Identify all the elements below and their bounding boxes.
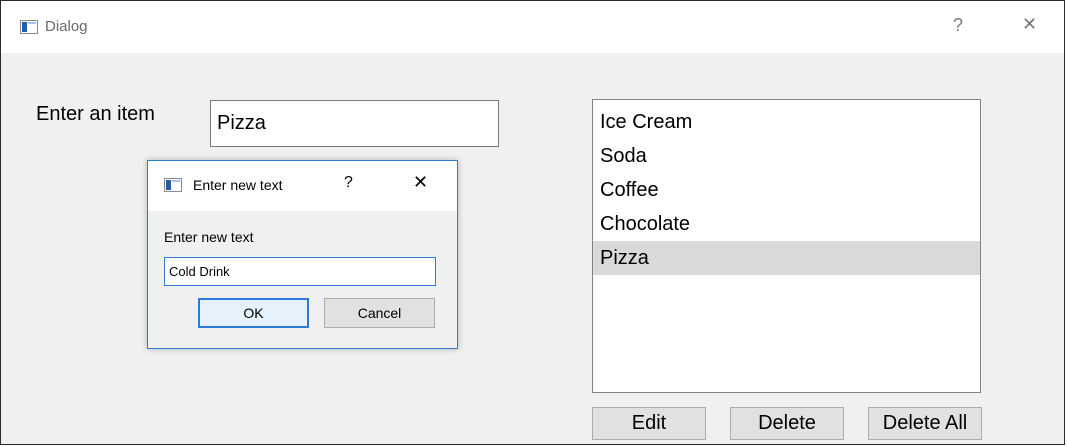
title-bar[interactable]: Dialog ? ✕ bbox=[1, 1, 1064, 53]
dialog-prompt-label: Enter new text bbox=[164, 229, 254, 245]
new-text-input[interactable] bbox=[164, 257, 436, 286]
window-title: Dialog bbox=[45, 18, 88, 35]
close-icon[interactable]: ✕ bbox=[1022, 14, 1037, 35]
dialog-help-icon[interactable]: ? bbox=[344, 174, 353, 192]
items-list[interactable]: Ice Cream Soda Coffee Chocolate Pizza bbox=[592, 99, 981, 393]
enter-text-dialog: Enter new text ? ✕ Enter new text OK Can… bbox=[147, 160, 458, 349]
ok-button[interactable]: OK bbox=[198, 298, 309, 328]
item-label: Enter an item bbox=[36, 103, 155, 125]
list-item[interactable]: Soda bbox=[593, 139, 980, 173]
help-icon[interactable]: ? bbox=[953, 15, 963, 36]
dialog-close-icon[interactable]: ✕ bbox=[413, 172, 428, 193]
list-item-selected[interactable]: Pizza bbox=[593, 241, 980, 275]
delete-all-button[interactable]: Delete All bbox=[868, 407, 982, 440]
dialog-title: Enter new text bbox=[193, 177, 283, 193]
main-window: Dialog ? ✕ Enter an item Ice Cream Soda … bbox=[0, 0, 1065, 445]
cancel-button[interactable]: Cancel bbox=[324, 298, 435, 328]
edit-button[interactable]: Edit bbox=[592, 407, 706, 440]
delete-button[interactable]: Delete bbox=[730, 407, 844, 440]
app-window-icon bbox=[20, 20, 38, 34]
dialog-title-bar[interactable]: Enter new text ? ✕ bbox=[148, 161, 457, 211]
item-input[interactable] bbox=[210, 100, 499, 147]
app-window-icon bbox=[164, 178, 182, 192]
list-item[interactable]: Chocolate bbox=[593, 207, 980, 241]
list-item[interactable]: Ice Cream bbox=[593, 105, 980, 139]
list-item[interactable]: Coffee bbox=[593, 173, 980, 207]
